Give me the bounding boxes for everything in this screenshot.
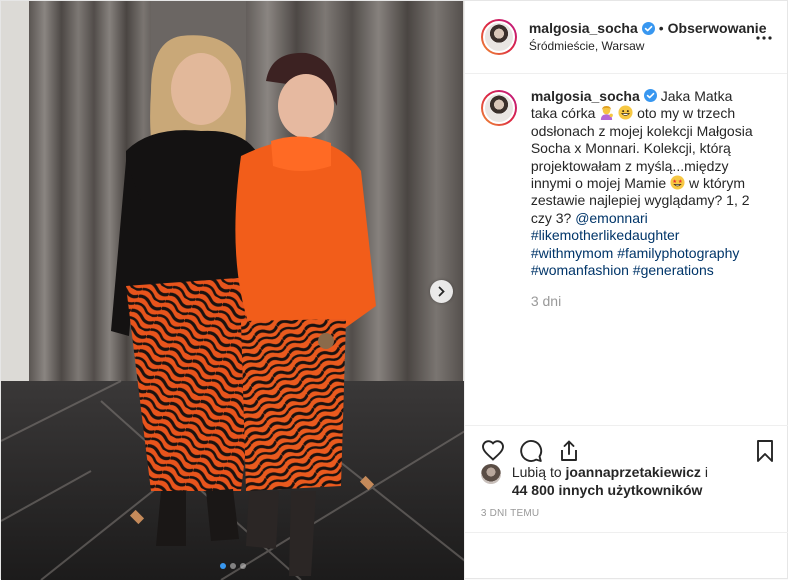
- post-side-panel: malgosia_socha • Obserwowanie Śródmieści…: [463, 1, 788, 580]
- mention-link[interactable]: @emonnari: [575, 210, 648, 226]
- share-icon[interactable]: [557, 439, 581, 463]
- hashtag-link[interactable]: #familyphotography: [617, 245, 739, 261]
- hashtag-link[interactable]: #womanfashion: [531, 262, 629, 278]
- post-header: malgosia_socha • Obserwowanie Śródmieści…: [464, 1, 787, 74]
- caption-author-avatar[interactable]: [480, 90, 517, 126]
- instagram-post: malgosia_socha • Obserwowanie Śródmieści…: [0, 0, 788, 580]
- liker-avatar[interactable]: [480, 464, 501, 484]
- liker-username[interactable]: joannaprzetakiewicz: [566, 464, 701, 480]
- likes-joiner: i: [704, 464, 708, 480]
- heart-icon[interactable]: [481, 439, 505, 463]
- verified-badge-icon: [641, 21, 655, 35]
- following-button[interactable]: Obserwowanie: [668, 19, 767, 37]
- hashtag-link[interactable]: #withmymom: [531, 245, 613, 261]
- carousel-indicators: [1, 563, 464, 569]
- author-avatar[interactable]: [480, 19, 517, 55]
- likes-text: Lubią to joannaprzetakiewicz i 44 800 in…: [512, 463, 708, 499]
- verified-badge-icon: [643, 89, 657, 102]
- caption-username[interactable]: malgosia_socha: [531, 88, 640, 104]
- likes-prefix: Lubią to: [511, 464, 562, 480]
- post-photo[interactable]: [1, 1, 464, 580]
- carousel-dot: [230, 563, 236, 569]
- comment-box-area: [464, 532, 788, 580]
- bookmark-icon[interactable]: [753, 439, 777, 463]
- comment-icon[interactable]: [519, 439, 543, 463]
- post-location[interactable]: Śródmieście, Warsaw: [529, 37, 767, 55]
- header-separator: •: [658, 20, 664, 36]
- woman-tipping-hand-emoji: [601, 106, 614, 121]
- caption-text: malgosia_socha Jaka Matka taka córka oto …: [531, 88, 761, 279]
- caption-age: 3 dni: [530, 293, 562, 310]
- photo-scene: [1, 1, 464, 580]
- likes-others-link[interactable]: 44 800 innych użytkowników: [512, 482, 703, 498]
- author-username[interactable]: malgosia_socha: [529, 19, 638, 37]
- likes-summary: Lubią to joannaprzetakiewicz i 44 800 in…: [480, 463, 771, 499]
- carousel-next-button[interactable]: [430, 280, 453, 303]
- chevron-right-icon: [438, 286, 445, 297]
- post-caption: malgosia_socha Jaka Matka taka córka oto …: [480, 88, 771, 279]
- carousel-dot: [220, 563, 226, 569]
- carousel-dot: [240, 563, 246, 569]
- grinning-face-emoji: [618, 105, 633, 120]
- hashtag-link[interactable]: #likemotherlikedaughter: [531, 227, 680, 243]
- post-timestamp[interactable]: 3 DNI TEMU: [481, 508, 540, 519]
- hashtag-link[interactable]: #generations: [633, 262, 714, 278]
- more-options-icon[interactable]: [755, 29, 773, 47]
- comments-section: malgosia_socha Jaka Matka taka córka oto …: [465, 74, 787, 424]
- author-info: malgosia_socha • Obserwowanie Śródmieści…: [529, 19, 767, 55]
- star-struck-emoji: [670, 175, 685, 190]
